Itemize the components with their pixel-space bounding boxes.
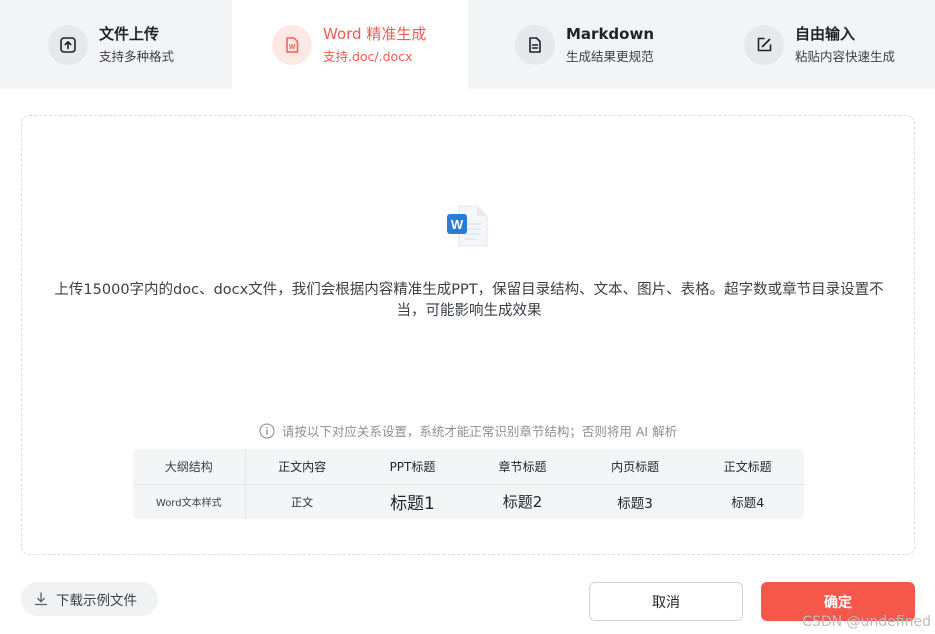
table-cell: 标题3 [617,495,653,512]
table-cell: 内页标题 [578,449,692,485]
download-label: 下载示例文件 [56,593,137,609]
upload-description: 上传15000字内的doc、docx文件，我们会根据内容精准生成PPT，保留目录… [54,282,884,319]
row-header: Word文本样式 [133,484,246,519]
watermark: CSDN @undefined [802,614,931,630]
tab-word-generate[interactable]: W Word 精准生成 支持.doc/.docx [232,0,468,89]
svg-text:W: W [289,44,296,51]
download-icon [34,592,48,606]
tab-title: 文件上传 [99,25,160,43]
tab-free-input[interactable]: 自由输入 粘贴内容快速生成 [699,0,935,89]
tab-title: Word 精准生成 [323,25,427,43]
tab-file-upload[interactable]: 文件上传 支持多种格式 [0,0,232,89]
table-cell: 正文 [291,495,314,509]
notice-text: 请按以下对应关系设置，系统才能正常识别章节结构；否则将用 AI 解析 [281,424,678,439]
table-cell: 标题1 [390,494,435,515]
table-cell: 正文标题 [691,449,804,485]
upload-icon [48,24,88,65]
table-cell: 标题2 [502,493,543,512]
table-row: Word文本样式 正文 标题1 标题2 标题3 标题4 [133,484,804,519]
document-icon [515,24,555,65]
info-icon [259,422,275,439]
mode-tabs: 文件上传 支持多种格式 W Word 精准生成 支持.doc/.docx Mar… [0,0,935,89]
table-cell: PPT标题 [358,449,467,485]
tab-subtitle: 支持.doc/.docx [323,49,413,64]
upload-dropzone[interactable]: W 上传15000字内的doc、docx文件，我们会根据内容精准生成PPT，保留… [21,115,915,555]
tab-subtitle: 粘贴内容快速生成 [795,49,896,64]
tab-subtitle: 生成结果更规范 [566,49,654,64]
word-icon: W [272,24,312,65]
tab-subtitle: 支持多种格式 [99,49,175,64]
edit-icon [744,24,784,65]
table-cell: 标题4 [731,495,765,511]
table-row: 大纲结构 正文内容 PPT标题 章节标题 内页标题 正文标题 [133,449,804,485]
cancel-button[interactable]: 取消 [589,582,743,621]
word-file-letter: W [451,217,464,232]
word-file-icon: W [447,205,488,247]
tab-title: Markdown [566,25,655,43]
tab-title: 自由输入 [795,25,856,43]
tab-markdown[interactable]: Markdown 生成结果更规范 [468,0,699,89]
table-cell: 章节标题 [466,449,579,485]
table-cell: 正文内容 [245,449,359,485]
style-mapping-table: 大纲结构 正文内容 PPT标题 章节标题 内页标题 正文标题 Word文本样式 … [133,449,804,519]
row-header: 大纲结构 [133,449,246,485]
download-sample-button[interactable]: 下载示例文件 [21,582,158,616]
style-notice: 请按以下对应关系设置，系统才能正常识别章节结构；否则将用 AI 解析 [22,421,914,440]
